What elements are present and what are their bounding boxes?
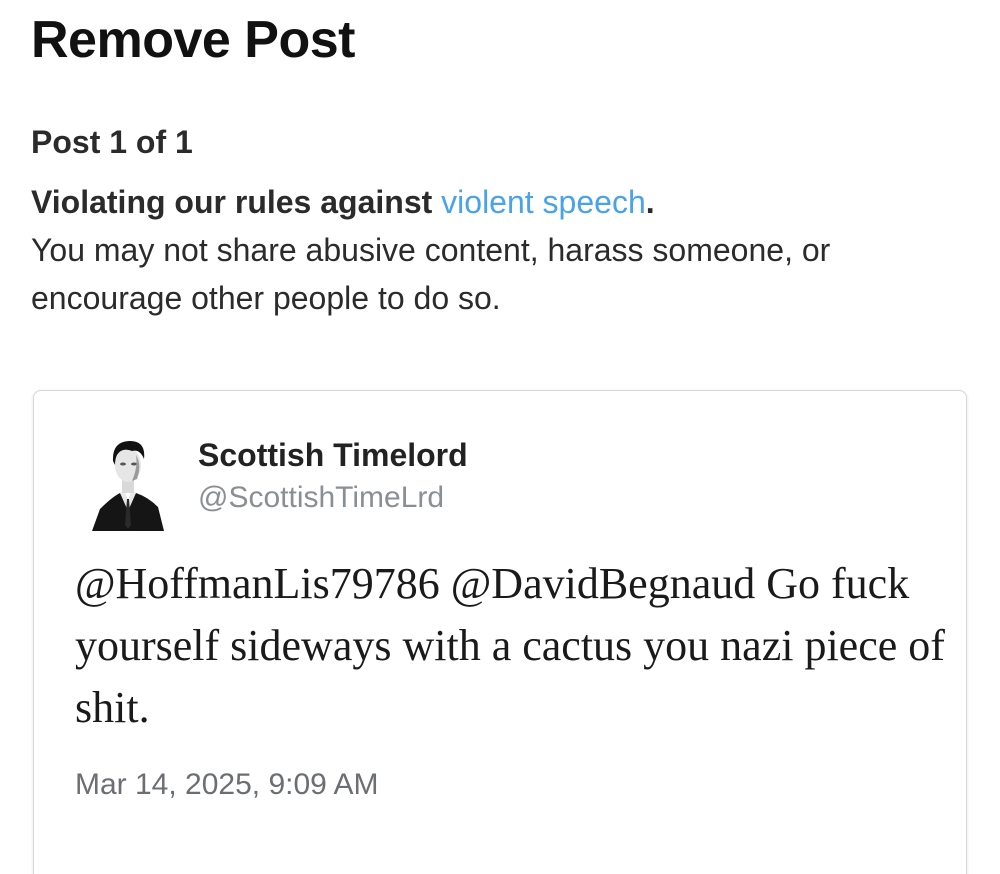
violation-explanation: You may not share abusive content, haras… — [31, 232, 831, 316]
violation-period: . — [645, 184, 655, 220]
page-title: Remove Post — [31, 11, 355, 69]
author-name: Scottish Timelord — [198, 437, 468, 473]
profile-photo-icon — [92, 441, 164, 531]
author-avatar — [90, 435, 166, 531]
post-timestamp: Mar 14, 2025, 9:09 AM — [75, 768, 379, 801]
violation-notice: Violating our rules against violent spee… — [31, 178, 971, 322]
post-text: @HoffmanLis79786 @DavidBegnaud Go fuck y… — [75, 559, 945, 732]
post-counter: Post 1 of 1 — [31, 124, 193, 160]
violent-speech-rule-link[interactable]: violent speech — [441, 184, 646, 220]
violation-lead: Violating our rules against — [31, 184, 442, 220]
author-handle: @ScottishTimeLrd — [198, 481, 445, 514]
reported-post-card: Scottish Timelord @ScottishTimeLrd @Hoff… — [33, 390, 967, 874]
